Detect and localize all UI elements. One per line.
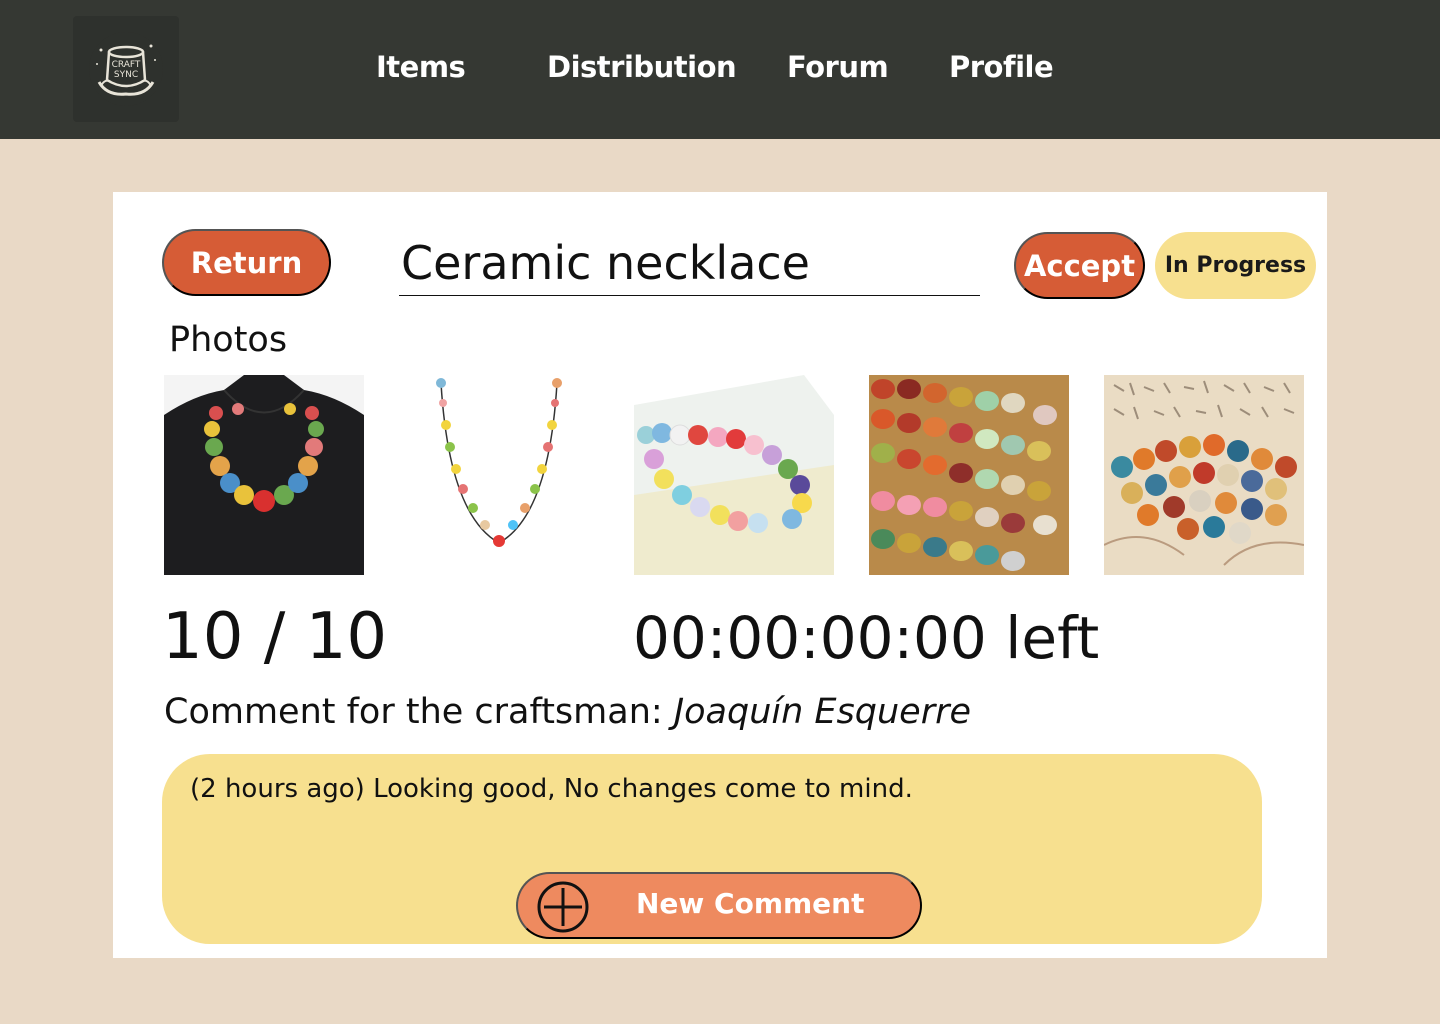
comment-heading-prefix: Comment for the craftsman: (164, 692, 674, 732)
cauldron-logo-icon: CRAFT SYNC (89, 32, 163, 106)
svg-text:CRAFT: CRAFT (112, 60, 141, 70)
return-button[interactable]: Return (162, 229, 331, 296)
new-comment-label: New Comment (636, 887, 865, 920)
top-navigation-bar: CRAFT SYNC Items Distribution Forum Prof… (0, 0, 1440, 139)
new-comment-button[interactable]: New Comment (516, 872, 922, 939)
accept-button[interactable]: Accept (1014, 232, 1145, 299)
nav-distribution[interactable]: Distribution (547, 50, 737, 84)
photo-4[interactable] (869, 375, 1069, 575)
comments-panel: (2 hours ago) Looking good, No changes c… (162, 754, 1262, 944)
nav-forum[interactable]: Forum (787, 50, 889, 84)
bead-strands-image (869, 375, 1069, 575)
photo-3[interactable] (634, 375, 834, 575)
photos-label: Photos (169, 320, 288, 360)
bead-bracelet-image (634, 375, 834, 575)
nav-profile[interactable]: Profile (949, 50, 1054, 84)
photo-2[interactable] (399, 375, 599, 575)
item-title-input[interactable] (399, 230, 980, 296)
comment-heading: Comment for the craftsman: Joaquín Esque… (164, 692, 971, 732)
photo-5[interactable] (1104, 375, 1304, 575)
svg-text:SYNC: SYNC (114, 70, 138, 80)
loose-beads-image (1104, 375, 1304, 575)
add-circle-icon (537, 881, 589, 933)
comment-entry: (2 hours ago) Looking good, No changes c… (190, 774, 913, 804)
craftsman-name: Joaquín Esquerre (673, 692, 972, 732)
craftsync-logo[interactable]: CRAFT SYNC (73, 16, 179, 122)
long-necklace-image (399, 375, 599, 575)
photo-1[interactable] (164, 375, 364, 575)
necklace-on-bust-image (164, 375, 364, 575)
time-left: 00:00:00:00 left (633, 604, 1100, 672)
progress-counter: 10 / 10 (162, 600, 388, 674)
nav-items[interactable]: Items (376, 50, 466, 84)
item-detail-card: Return Accept In Progress Photos (113, 192, 1327, 958)
status-badge: In Progress (1155, 232, 1316, 299)
